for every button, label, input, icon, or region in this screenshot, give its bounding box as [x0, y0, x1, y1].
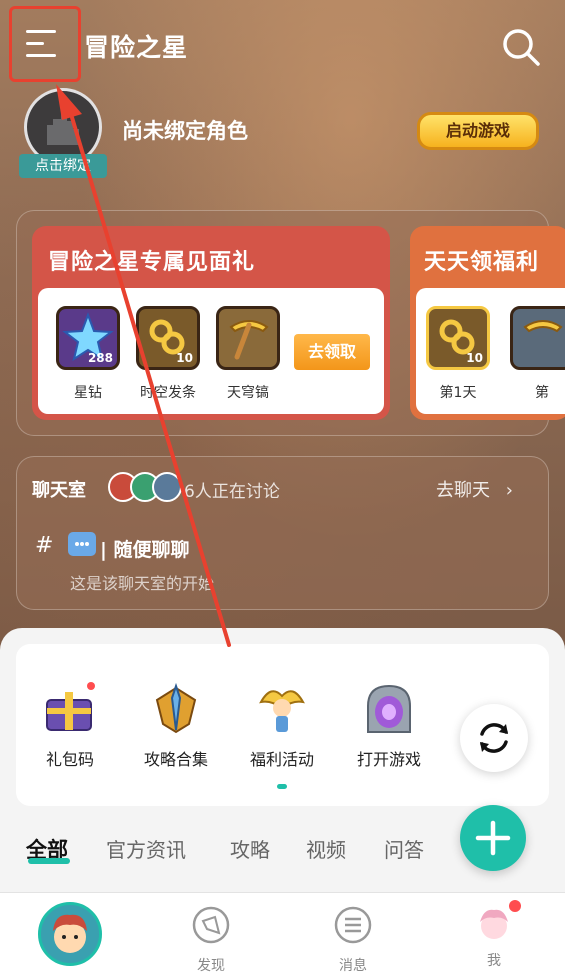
hash-icon: # — [35, 533, 54, 558]
game-avatar-icon[interactable] — [38, 902, 102, 966]
pickaxe-icon — [523, 320, 563, 333]
nav-messages[interactable]: 消息 — [318, 905, 388, 975]
go-chat-link[interactable]: 去聊天 › — [436, 476, 513, 502]
search-icon[interactable] — [500, 26, 542, 68]
nav-me[interactable]: 我 — [459, 900, 529, 970]
nav-discover[interactable]: 发现 — [176, 905, 246, 975]
tab-official-news[interactable]: 官方资讯 — [106, 834, 186, 863]
welfare-card-title: 天天领福利 — [424, 250, 540, 275]
tool-gift-code[interactable]: 礼包码 — [22, 678, 118, 770]
tool-label: 礼包码 — [45, 750, 94, 769]
notification-dot — [509, 900, 521, 912]
tool-label: 攻略合集 — [143, 750, 208, 769]
tab-indicator — [28, 858, 70, 864]
plus-icon[interactable] — [460, 805, 526, 871]
compass-icon — [192, 906, 230, 944]
tool-welfare[interactable]: 福利活动 — [234, 678, 330, 770]
nav-label: 发现 — [197, 958, 225, 974]
channel-description: 这是该聊天室的开始 — [70, 574, 215, 593]
channel-name[interactable]: | 随便聊聊 — [100, 535, 190, 562]
tool-guides[interactable]: 攻略合集 — [128, 678, 224, 770]
welfare-items: 10 第1天 第 — [416, 288, 565, 414]
claim-button[interactable]: 去领取 — [294, 334, 370, 370]
sword-shield-icon — [145, 678, 207, 740]
item-count: 10 — [176, 351, 193, 365]
item-label: 星钻 — [74, 385, 102, 401]
gift-items: 288 星钻 10 时空发条 天穹镐 去领取 — [38, 288, 384, 414]
highlight-box — [9, 6, 81, 82]
welfare-item-day2[interactable]: 第 — [510, 306, 565, 402]
member-avatar — [152, 472, 182, 502]
tool-open-game[interactable]: 打开游戏 — [341, 678, 437, 770]
tool-label: 福利活动 — [249, 750, 314, 769]
gift-box-icon — [39, 678, 101, 740]
user-avatar-icon — [480, 909, 508, 939]
fairy-character-icon — [251, 678, 313, 740]
nav-label: 我 — [487, 953, 501, 969]
refresh-icon[interactable] — [460, 704, 528, 772]
chat-member-avatars — [108, 472, 182, 502]
gift-item-clockwork[interactable]: 10 时空发条 — [136, 306, 200, 402]
item-count: 288 — [87, 351, 113, 365]
page-indicator — [277, 784, 287, 789]
message-icon — [334, 906, 372, 944]
nav-label: 消息 — [339, 958, 367, 974]
gift-item-star-diamond[interactable]: 288 星钻 — [56, 306, 120, 402]
chat-title: 聊天室 — [32, 480, 86, 501]
tab-videos[interactable]: 视频 — [306, 834, 346, 863]
item-label: 天穹镐 — [227, 385, 269, 401]
start-game-button[interactable]: 启动游戏 — [417, 112, 539, 150]
chat-online-count: 6人正在讨论 — [184, 482, 280, 502]
item-label: 第1天 — [439, 385, 477, 401]
profile-name: 尚未绑定角色 — [122, 119, 248, 143]
item-label: 第 — [535, 385, 549, 401]
welfare-item-day1[interactable]: 10 第1天 — [426, 306, 490, 402]
tab-qa[interactable]: 问答 — [384, 834, 424, 863]
item-count: 10 — [466, 351, 483, 365]
speech-bubble-icon — [68, 532, 96, 556]
go-chat-label: 去聊天 — [436, 480, 490, 501]
tool-label: 打开游戏 — [356, 750, 421, 769]
tab-guides[interactable]: 攻略 — [230, 834, 270, 863]
chevron-right-icon: › — [505, 480, 513, 501]
bind-character-tag[interactable]: 点击绑定 — [19, 154, 107, 178]
portal-icon — [358, 678, 420, 740]
gift-card[interactable]: 冒险之星专属见面礼 288 星钻 10 时空发条 天穹镐 去领取 — [32, 226, 390, 420]
welfare-card[interactable]: 天天领福利 10 第1天 第 — [410, 226, 565, 420]
app-title: 冒险之星 — [84, 33, 189, 62]
pickaxe-icon — [229, 320, 269, 360]
item-label: 时空发条 — [140, 385, 196, 401]
gift-card-title: 冒险之星专属见面礼 — [48, 250, 256, 275]
gift-item-pickaxe[interactable]: 天穹镐 — [216, 306, 280, 402]
